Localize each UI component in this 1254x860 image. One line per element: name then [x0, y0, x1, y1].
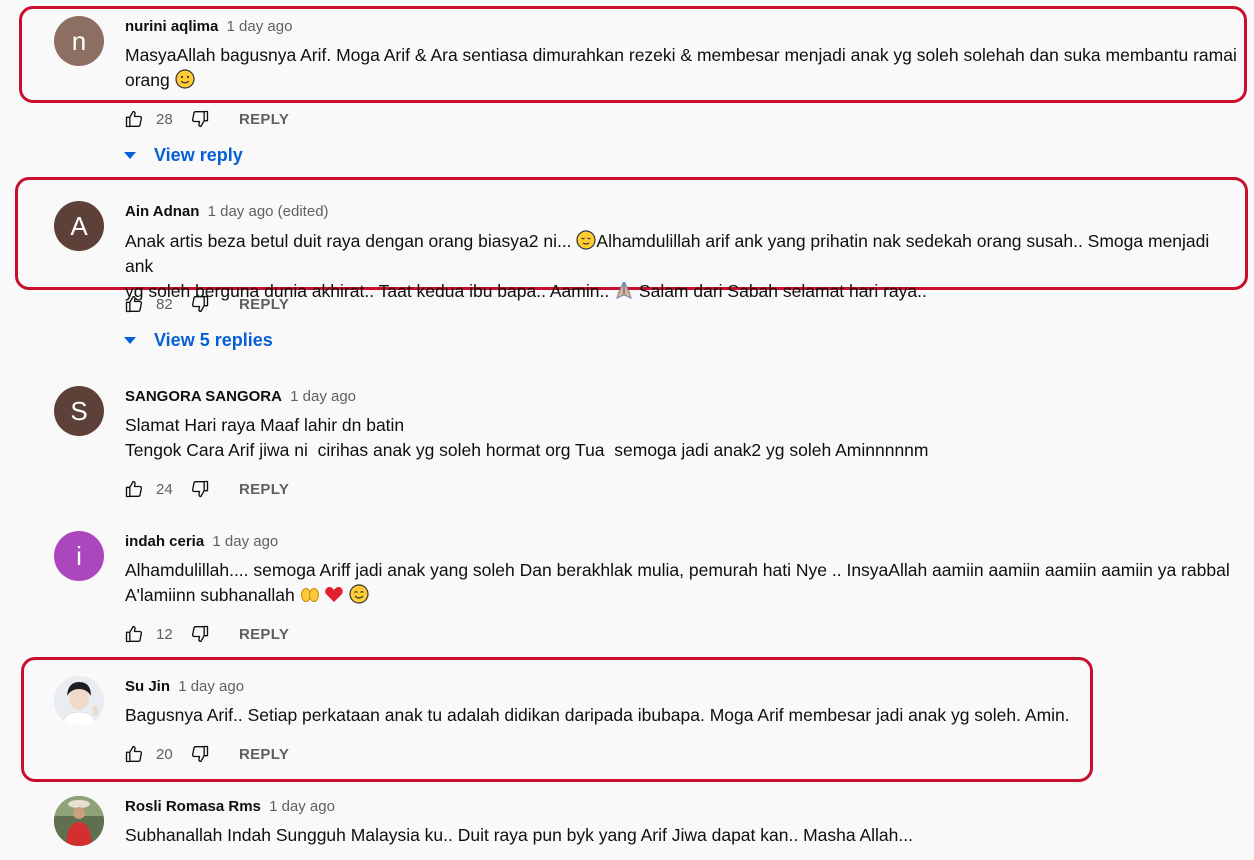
thumbs-up-icon[interactable] [124, 109, 144, 129]
reply-button[interactable]: REPLY [239, 746, 289, 763]
comment-text: Subhanallah Indah Sungguh Malaysia ku.. … [125, 823, 1240, 848]
thumbs-up-icon[interactable] [124, 624, 144, 644]
avatar[interactable]: n [54, 16, 104, 66]
caret-down-icon [124, 152, 136, 159]
avatar-letter: i [76, 540, 82, 571]
thumbs-up-icon[interactable] [124, 479, 144, 499]
view-replies-label: View reply [154, 145, 243, 165]
reply-button[interactable]: REPLY [239, 481, 289, 498]
view-replies-button[interactable]: View reply [122, 145, 243, 166]
avatar-letter: A [70, 210, 88, 241]
like-count: 82 [156, 295, 173, 313]
comment-author[interactable]: Ain Adnan [125, 203, 199, 220]
thumbs-down-icon[interactable] [190, 624, 210, 644]
comment-text-line: Bagusnya Arif.. Setiap perkataan anak tu… [125, 705, 1070, 725]
reply-button[interactable]: REPLY [239, 111, 289, 128]
like-count: 24 [156, 480, 173, 498]
relieved-face-emoji-icon [576, 230, 597, 250]
comment-header: indah ceria 1 day ago [125, 533, 278, 550]
view-replies-label: View 5 replies [154, 330, 273, 350]
comment-time[interactable]: 1 day ago [178, 678, 244, 695]
comment-actions: 20 REPLY [124, 744, 289, 764]
comment-author[interactable]: Su Jin [125, 678, 170, 695]
comment-actions: 28 REPLY [124, 109, 289, 129]
comment-text-line: MasyaAllah bagusnya Arif. Moga Arif & Ar… [125, 45, 1237, 65]
comment-text-line: A'lamiinn subhanallah [125, 585, 300, 605]
comment-actions: 12 REPLY [124, 624, 289, 644]
avatar[interactable]: S [54, 386, 104, 436]
thumbs-down-icon[interactable] [190, 479, 210, 499]
comment-header: Su Jin 1 day ago [125, 678, 244, 695]
comment-time[interactable]: 1 day ago (edited) [208, 203, 329, 220]
comment-text-line: orang [125, 70, 170, 90]
comment-text-line: Anak artis beza betul duit raya dengan o… [125, 231, 577, 251]
avatar-letter: S [70, 395, 88, 426]
smiling-face-emoji-icon [349, 584, 369, 604]
comment-time[interactable]: 1 day ago [269, 798, 335, 815]
comment-author[interactable]: Rosli Romasa Rms [125, 798, 261, 815]
comment-text: Anak artis beza betul duit raya dengan o… [125, 229, 1240, 304]
comment-text-line: Alhamdulillah.... semoga Ariff jadi anak… [125, 560, 1230, 580]
avatar[interactable] [54, 796, 104, 846]
profile-photo-icon [54, 676, 104, 726]
red-heart-emoji-icon [325, 587, 344, 602]
comment-header: Ain Adnan 1 day ago (edited) [125, 203, 329, 220]
comment-text-line: Salam dari Sabah selamat hari raya.. [634, 281, 927, 301]
avatar[interactable]: A [54, 201, 104, 251]
view-replies-button[interactable]: View 5 replies [122, 330, 273, 351]
comment-time[interactable]: 1 day ago [212, 533, 278, 550]
avatar[interactable] [54, 676, 104, 726]
comment-time[interactable]: 1 day ago [290, 388, 356, 405]
open-hands-emoji-icon [300, 588, 319, 602]
thumbs-up-icon[interactable] [124, 744, 144, 764]
comment-text: MasyaAllah bagusnya Arif. Moga Arif & Ar… [125, 43, 1240, 93]
comment-text: Alhamdulillah.... semoga Ariff jadi anak… [125, 558, 1240, 608]
profile-photo-icon [54, 796, 104, 846]
caret-down-icon [124, 337, 136, 344]
like-count: 12 [156, 625, 173, 643]
avatar[interactable]: i [54, 531, 104, 581]
comment-text-line: Slamat Hari raya Maaf lahir dn batin [125, 415, 405, 435]
comment-actions: 82 REPLY [124, 294, 289, 314]
folded-hands-emoji-icon [616, 281, 632, 300]
comment-text: Bagusnya Arif.. Setiap perkataan anak tu… [125, 703, 1240, 728]
slightly-smiling-face-emoji-icon [175, 69, 195, 89]
comment-header: Rosli Romasa Rms 1 day ago [125, 798, 335, 815]
comment-author[interactable]: indah ceria [125, 533, 204, 550]
comment-text-line: Subhanallah Indah Sungguh Malaysia ku.. … [125, 825, 913, 845]
reply-button[interactable]: REPLY [239, 296, 289, 313]
comment-author[interactable]: nurini aqlima [125, 18, 218, 35]
comment-text-line: Tengok Cara Arif jiwa ni cirihas anak yg… [125, 440, 929, 460]
thumbs-down-icon[interactable] [190, 744, 210, 764]
like-count: 20 [156, 745, 173, 763]
comment-author[interactable]: SANGORA SANGORA [125, 388, 282, 405]
comment-header: SANGORA SANGORA 1 day ago [125, 388, 356, 405]
reply-button[interactable]: REPLY [239, 626, 289, 643]
like-count: 28 [156, 110, 173, 128]
thumbs-up-icon[interactable] [124, 294, 144, 314]
comment-actions: 24 REPLY [124, 479, 289, 499]
thumbs-down-icon[interactable] [190, 109, 210, 129]
avatar-letter: n [71, 25, 87, 56]
comment-header: nurini aqlima 1 day ago [125, 18, 292, 35]
comment-text: Slamat Hari raya Maaf lahir dn batin Ten… [125, 413, 1240, 463]
thumbs-down-icon[interactable] [190, 294, 210, 314]
comment-time[interactable]: 1 day ago [227, 18, 293, 35]
